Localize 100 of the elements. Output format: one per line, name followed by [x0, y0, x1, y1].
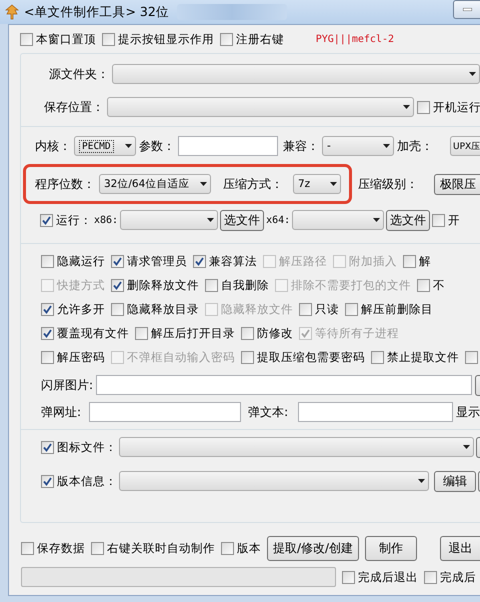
checkbox-label: 解 [419, 254, 431, 269]
checkbox[interactable] [41, 351, 54, 364]
dropdown-arrow-icon [373, 218, 380, 222]
checkbox-label: 提示按钮显示作用 [118, 32, 214, 46]
checkbox-label: 附加插入 [349, 254, 397, 269]
checkbox-label: 完成后 [440, 570, 476, 584]
checkbox[interactable] [41, 440, 54, 454]
checkbox[interactable] [241, 327, 254, 340]
checkbox-label: 版本 [237, 540, 261, 556]
checkbox-label: 解压密码 [57, 350, 105, 365]
checkbox[interactable] [111, 279, 124, 292]
button[interactable] [475, 374, 480, 396]
input-field[interactable] [178, 136, 278, 156]
checkbox-label: 解压路径 [279, 254, 327, 269]
app-icon [4, 4, 20, 20]
checkbox[interactable] [20, 32, 33, 46]
checkbox-label: 本窗口置顶 [36, 32, 96, 46]
button[interactable]: 选文件 [220, 210, 264, 230]
input-field[interactable] [298, 402, 453, 422]
dropdown[interactable]: UPX压 [450, 136, 480, 156]
dropdown-arrow-icon [463, 445, 470, 449]
field-label: x86: [94, 214, 118, 226]
checkbox[interactable] [40, 214, 53, 226]
checkbox[interactable] [424, 570, 437, 584]
field-label: 压缩级别： [358, 176, 418, 192]
checkbox[interactable] [135, 327, 148, 340]
checkbox-label: 删除释放文件 [127, 278, 199, 293]
button[interactable]: 退出 [440, 536, 480, 560]
checkbox[interactable] [345, 303, 358, 316]
checkbox[interactable] [417, 279, 430, 292]
input-field[interactable] [89, 402, 242, 422]
field-label: 保存位置： [44, 98, 104, 116]
dropdown-arrow-icon [207, 218, 214, 222]
signature-text: PYG|||mefcl-2 [316, 34, 394, 44]
checkbox[interactable] [102, 32, 115, 46]
checkbox-label: 注册右键 [236, 32, 284, 46]
minimize-icon [462, 8, 472, 11]
checkbox[interactable] [342, 570, 355, 584]
checkbox-label: 提取压缩包需要密码 [257, 350, 365, 365]
checkbox-label: 隐藏释放目录 [127, 302, 199, 317]
button[interactable]: 极限压 [434, 174, 480, 194]
checkbox[interactable] [111, 255, 124, 268]
checkbox-label: 防修改 [257, 326, 293, 341]
button[interactable]: 提取/修改/创建 [267, 536, 360, 560]
checkbox[interactable] [111, 303, 124, 316]
checkbox[interactable] [371, 351, 384, 364]
checkbox-label: 请求管理员 [127, 254, 187, 269]
checkbox-label: 保存数据 [37, 540, 85, 556]
checkbox[interactable] [205, 279, 218, 292]
field-label: 显示 [456, 404, 480, 420]
dropdown-arrow-icon [403, 105, 410, 109]
checkbox-label: 解压前删除目 [361, 302, 433, 317]
checkbox[interactable] [299, 303, 312, 316]
input-field[interactable] [96, 375, 472, 395]
dropdown[interactable] [119, 471, 429, 491]
checkbox[interactable] [241, 351, 254, 364]
checkbox-label: 开 [448, 212, 460, 228]
field-label: 压缩方式： [223, 176, 283, 192]
checkbox-label: 完成后退出 [358, 570, 418, 584]
checkbox[interactable] [21, 542, 34, 554]
dropdown[interactable]: - [322, 136, 394, 156]
field-label: 弹网址: [41, 404, 82, 420]
checkbox-label: 允许多开 [57, 302, 105, 317]
dropdown[interactable] [120, 210, 218, 230]
checkbox[interactable] [41, 327, 54, 340]
checkbox-label: 自我删除 [221, 278, 269, 293]
checkbox[interactable] [41, 303, 54, 316]
dropdown[interactable] [112, 64, 480, 84]
checkbox[interactable] [220, 32, 233, 46]
checkbox[interactable] [432, 214, 446, 226]
checkbox[interactable] [41, 474, 54, 488]
dropdown[interactable] [107, 97, 414, 117]
checkbox-label: 等待所有子进程 [315, 326, 399, 341]
field-label: 程序位数： [35, 176, 95, 192]
dropdown[interactable] [119, 437, 474, 457]
checkbox[interactable] [91, 542, 104, 554]
dropdown-arrow-icon [200, 182, 207, 186]
field-label: x64: [266, 214, 290, 226]
dropdown[interactable]: 32位/64位自适应 [99, 174, 211, 194]
checkbox[interactable] [41, 255, 54, 268]
checkbox-label: 解压后打开目录 [151, 326, 235, 341]
field-label: 兼容： [283, 138, 319, 154]
field-label: 内核： [35, 138, 71, 154]
checkbox-label: 隐藏运行 [57, 254, 105, 269]
field-label: 弹文本: [248, 404, 290, 420]
dropdown[interactable] [292, 210, 384, 230]
checkbox[interactable] [193, 255, 206, 268]
checkbox[interactable] [465, 351, 478, 364]
button[interactable]: 编辑 [434, 470, 476, 492]
button[interactable]: 选文件 [386, 210, 430, 230]
button[interactable]: 制作 [365, 536, 418, 560]
dropdown[interactable]: 7z [293, 174, 341, 194]
checkbox-label: 只读 [315, 302, 339, 317]
dropdown[interactable]: PECMD [74, 136, 136, 156]
field-label: 源文件夹： [49, 66, 109, 82]
checkbox[interactable] [403, 255, 416, 268]
dropdown-arrow-icon [330, 182, 337, 186]
checkbox[interactable] [417, 100, 430, 114]
checkbox[interactable] [221, 542, 234, 554]
minimize-button[interactable] [453, 0, 480, 19]
